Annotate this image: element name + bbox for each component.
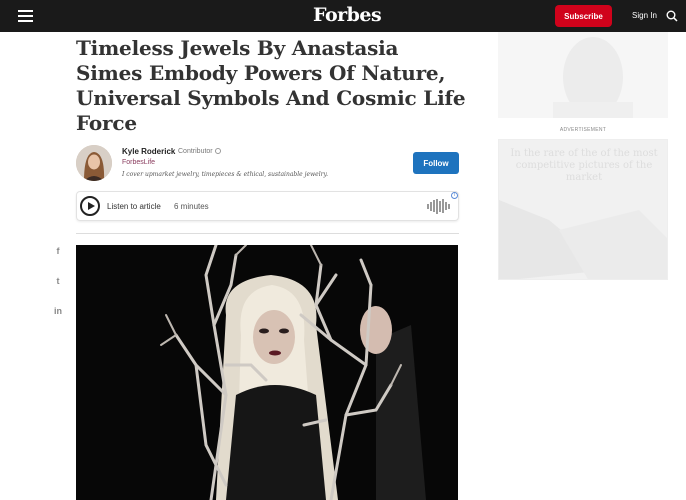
waveform-icon bbox=[427, 198, 450, 214]
ad-info-icon[interactable]: i bbox=[451, 192, 458, 199]
linkedin-icon[interactable]: in bbox=[52, 306, 64, 316]
author-name[interactable]: Kyle Roderick bbox=[122, 147, 175, 156]
menu-icon[interactable] bbox=[18, 10, 33, 22]
sign-in-link[interactable]: Sign In bbox=[632, 11, 657, 20]
play-icon[interactable] bbox=[80, 196, 100, 216]
facebook-icon[interactable]: f bbox=[52, 246, 64, 256]
listen-to-article[interactable]: Listen to article 6 minutes i bbox=[76, 191, 459, 221]
search-icon[interactable] bbox=[666, 10, 678, 22]
author-role: Contributor bbox=[178, 148, 221, 155]
hero-image bbox=[76, 245, 458, 500]
rail-ad[interactable]: In the rare of the of the most competiti… bbox=[498, 139, 668, 280]
subscribe-button[interactable]: Subscribe bbox=[555, 5, 612, 27]
author-avatar[interactable] bbox=[76, 145, 112, 181]
author-section-link[interactable]: ForbesLife bbox=[122, 159, 155, 166]
advertisement-label: ADVERTISEMENT bbox=[559, 127, 607, 133]
ad-image bbox=[553, 37, 633, 118]
listen-duration: 6 minutes bbox=[174, 202, 209, 211]
forbes-logo[interactable]: Forbes bbox=[313, 4, 382, 26]
top-nav: Forbes Subscribe Sign In bbox=[0, 0, 686, 32]
article-headline: Timeless Jewels By Anastasia Simes Embod… bbox=[76, 36, 466, 135]
ad-text: In the rare of the of the most competiti… bbox=[510, 148, 658, 183]
rail-ad-top[interactable] bbox=[498, 32, 668, 118]
author-bio: I cover upmarket jewelry, timepieces & e… bbox=[122, 171, 329, 178]
listen-label: Listen to article bbox=[107, 202, 161, 211]
twitter-icon[interactable]: t bbox=[52, 276, 64, 286]
follow-button[interactable]: Follow bbox=[413, 152, 459, 174]
info-icon[interactable] bbox=[214, 148, 221, 155]
divider bbox=[76, 233, 459, 234]
